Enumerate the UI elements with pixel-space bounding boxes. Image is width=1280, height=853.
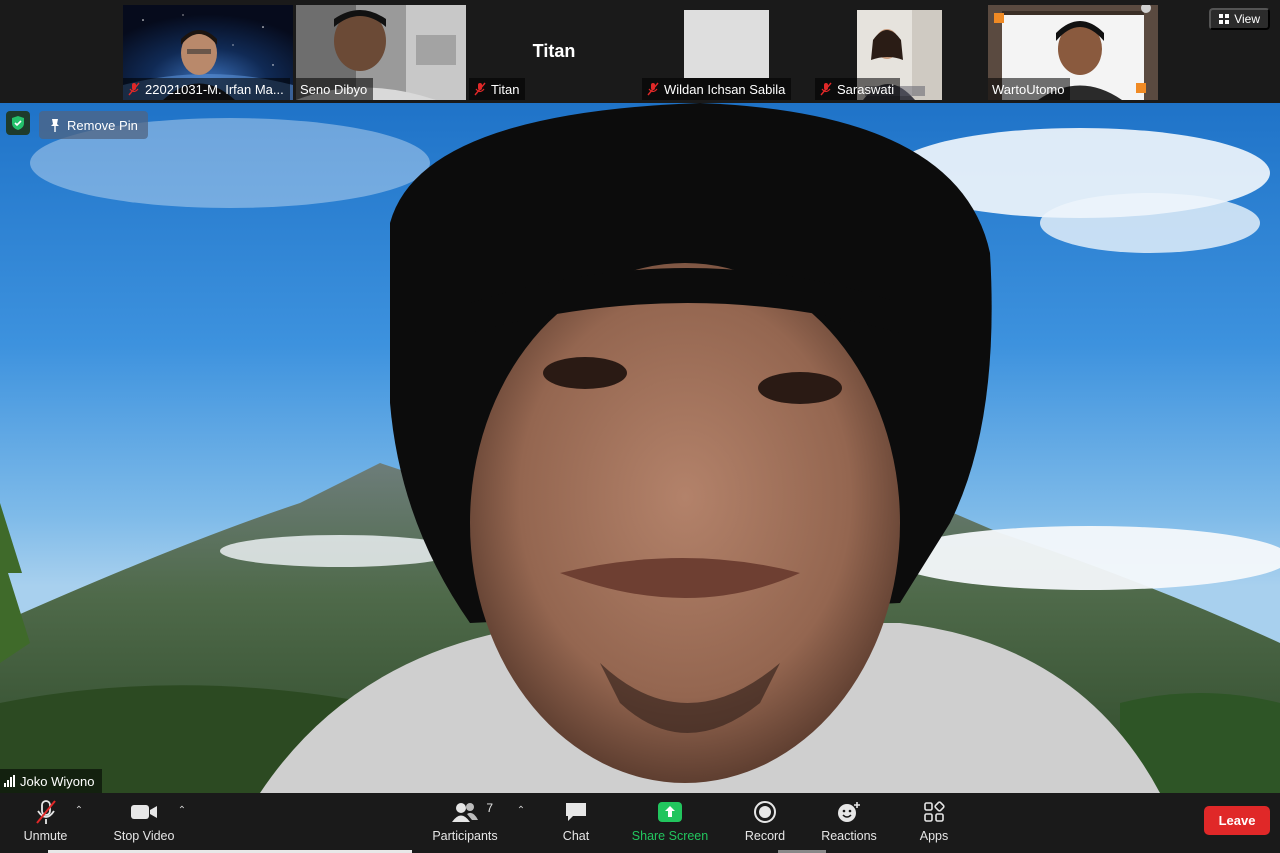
reactions-smiley-icon [836,799,862,825]
record-icon [753,799,777,825]
participant-namebar: Seno Dibyo [296,78,374,100]
mic-muted-icon [820,82,832,96]
participant-name: Saraswati [837,81,895,97]
video-options-caret-icon[interactable]: ⌃ [176,805,188,816]
apps-label: Apps [919,829,949,843]
participant-namebar: Titan [469,78,526,100]
chat-label: Chat [562,829,590,843]
grid-view-icon [1219,14,1230,24]
stop-video-button[interactable]: Stop Video [108,799,180,849]
encryption-shield-icon[interactable] [6,111,30,135]
record-label: Record [744,829,786,843]
participant-namebar: WartoUtomo [988,78,1071,100]
participant-tile[interactable]: Titan Titan [469,5,639,100]
participant-tile[interactable]: 22021031-M. Irfan Ma... [123,5,293,100]
view-button-label: View [1234,12,1260,26]
share-screen-label: Share Screen [631,829,709,843]
mic-muted-icon [474,82,486,96]
remove-pin-label: Remove Pin [67,117,138,133]
participant-name: 22021031-M. Irfan Ma... [145,81,284,97]
active-speaker-view: Remove Pin Joko Wiyono [0,103,1280,793]
apps-icon [923,799,945,825]
unmute-label: Unmute [23,829,68,843]
participants-count: 7 [486,801,493,815]
mic-muted-icon [33,799,59,825]
participants-button[interactable]: 7 Participants [428,799,502,849]
stop-video-label: Stop Video [113,829,175,843]
participant-name: Titan [491,81,520,97]
meeting-toolbar: Unmute ⌃ Stop Video ⌃ 7 Participants ⌃ C… [0,793,1280,853]
speaker-namebar: Joko Wiyono [0,769,103,793]
participant-namebar: 22021031-M. Irfan Ma... [123,78,290,100]
participant-tile[interactable]: WartoUtomo [988,5,1158,100]
reactions-label: Reactions [821,829,877,843]
speaker-name: Joko Wiyono [20,773,95,789]
video-off-name: Titan [532,41,576,61]
share-screen-icon [657,799,683,825]
reactions-button[interactable]: Reactions [818,799,880,849]
leave-button[interactable]: Leave [1204,806,1270,835]
participant-tile[interactable]: Seno Dibyo [296,5,466,100]
chat-button[interactable]: Chat [556,799,596,849]
view-button[interactable]: View [1209,8,1270,30]
remove-pin-button[interactable]: Remove Pin [39,111,148,139]
unmute-button[interactable]: Unmute [18,799,73,849]
pin-icon [51,119,59,132]
participant-name: WartoUtomo [992,81,1065,97]
video-camera-icon [130,799,158,825]
participant-tile[interactable]: Saraswati [815,5,985,100]
gallery-strip: 22021031-M. Irfan Ma... Seno Dibyo Titan… [0,0,1280,103]
participant-namebar: Wildan Ichsan Sabila [642,78,792,100]
audio-options-caret-icon[interactable]: ⌃ [73,805,85,816]
mic-muted-icon [128,82,140,96]
participants-options-caret-icon[interactable]: ⌃ [515,805,527,816]
apps-button[interactable]: Apps [912,799,956,849]
mic-muted-icon [647,82,659,96]
participants-icon: 7 [451,799,493,825]
share-screen-button[interactable]: Share Screen [630,799,710,849]
participant-name: Seno Dibyo [300,81,368,97]
participant-name: Wildan Ichsan Sabila [664,81,786,97]
participant-tile[interactable]: Wildan Ichsan Sabila [642,5,812,100]
participant-video [684,10,769,78]
signal-strength-icon [4,775,15,787]
speaker-video [0,103,1280,793]
participants-label: Participants [432,829,498,843]
chat-icon [564,799,588,825]
record-button[interactable]: Record [740,799,790,849]
participant-namebar: Saraswati [815,78,901,100]
